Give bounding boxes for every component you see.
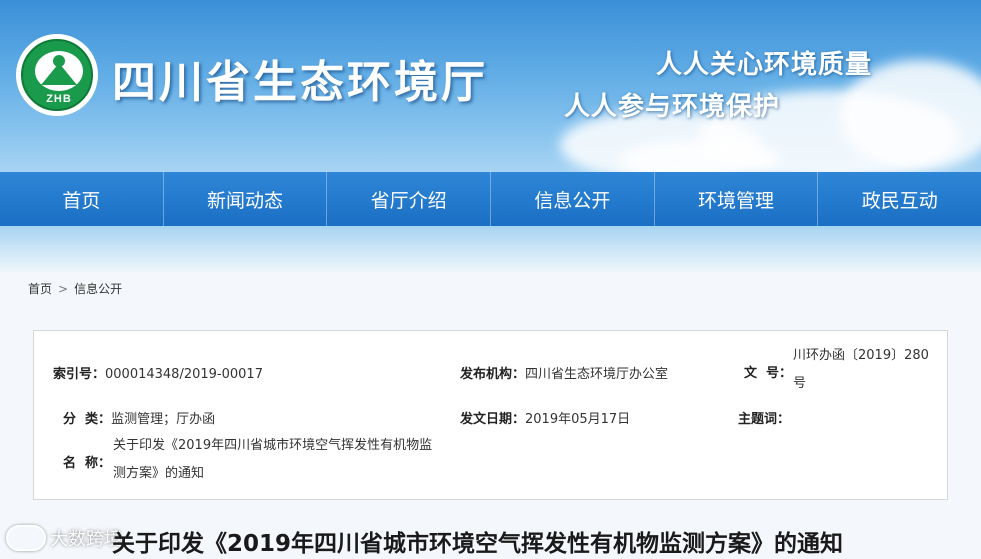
main-nav: 首页 新闻动态 省厅介绍 信息公开 环境管理 政民互动 <box>0 172 981 226</box>
meta-index-value: 000014348/2019-00017 <box>105 367 263 382</box>
meta-publisher-value: 四川省生态环境厅办公室 <box>525 367 669 382</box>
meta-topic-row: 主题词： <box>738 407 790 433</box>
meta-date-label: 发文日期： <box>460 412 526 427</box>
meta-docno-label: 文 号： <box>744 366 793 381</box>
breadcrumb-separator: > <box>58 281 69 296</box>
breadcrumb-home-link[interactable]: 首页 <box>28 280 52 297</box>
meta-index-label: 索引号： <box>53 367 106 382</box>
meta-publisher-label: 发布机构： <box>460 367 526 382</box>
breadcrumb-current[interactable]: 信息公开 <box>74 280 122 297</box>
meta-category-row: 分 类：监测管理；厅办函 <box>63 407 215 433</box>
meta-index-row: 索引号：000014348/2019-00017 <box>53 362 263 388</box>
meta-publisher-row: 发布机构：四川省生态环境厅办公室 <box>460 362 668 388</box>
meta-name-value: 关于印发《2019年四川省城市环境空气挥发性有机物监测方案》的通知 <box>113 438 433 481</box>
logo-text: ZHB <box>46 93 72 105</box>
nav-item-about[interactable]: 省厅介绍 <box>326 172 490 226</box>
site-logo[interactable]: ZHB <box>16 34 98 116</box>
meta-category-label: 分 类： <box>63 412 112 427</box>
banner-cloud <box>620 140 780 172</box>
nav-item-news[interactable]: 新闻动态 <box>162 172 327 226</box>
banner-sky-strip <box>0 226 981 272</box>
meta-category-value: 监测管理；厅办函 <box>111 412 216 427</box>
watermark-logo-icon <box>6 525 46 551</box>
meta-docno-value-wrap: 川环办函〔2019〕280号 <box>793 342 941 398</box>
meta-name-label: 名 称： <box>63 456 112 471</box>
logo-emblem-icon: ZHB <box>21 39 93 111</box>
slogan-line-2: 人人参与环境保护 <box>564 92 781 122</box>
meta-docno-value: 川环办函〔2019〕280号 <box>793 348 929 391</box>
header-banner: ZHB 四川省生态环境厅 人人关心环境质量 人人参与环境保护 <box>0 0 981 172</box>
slogan-line-1: 人人关心环境质量 <box>656 50 873 80</box>
logo-mountain-icon <box>41 63 77 85</box>
meta-date-row: 发文日期：2019年05月17日 <box>460 407 630 433</box>
meta-topic-label: 主题词： <box>738 412 791 427</box>
nav-item-info-disclosure[interactable]: 信息公开 <box>490 172 654 226</box>
meta-name-label-wrap: 名 称： <box>63 452 111 471</box>
meta-date-value: 2019年05月17日 <box>525 412 631 427</box>
nav-item-home[interactable]: 首页 <box>0 172 163 226</box>
nav-item-env-management[interactable]: 环境管理 <box>653 172 818 226</box>
meta-docno-label-wrap: 文 号： <box>744 362 792 381</box>
watermark: 大数跨境 <box>6 525 122 551</box>
breadcrumb: 首页 > 信息公开 <box>28 280 122 297</box>
article-title: 关于印发《2019年四川省城市环境空气挥发性有机物监测方案》的通知 <box>112 531 844 557</box>
site-title: 四川省生态环境厅 <box>112 57 488 108</box>
nav-item-public-interaction[interactable]: 政民互动 <box>817 172 981 226</box>
